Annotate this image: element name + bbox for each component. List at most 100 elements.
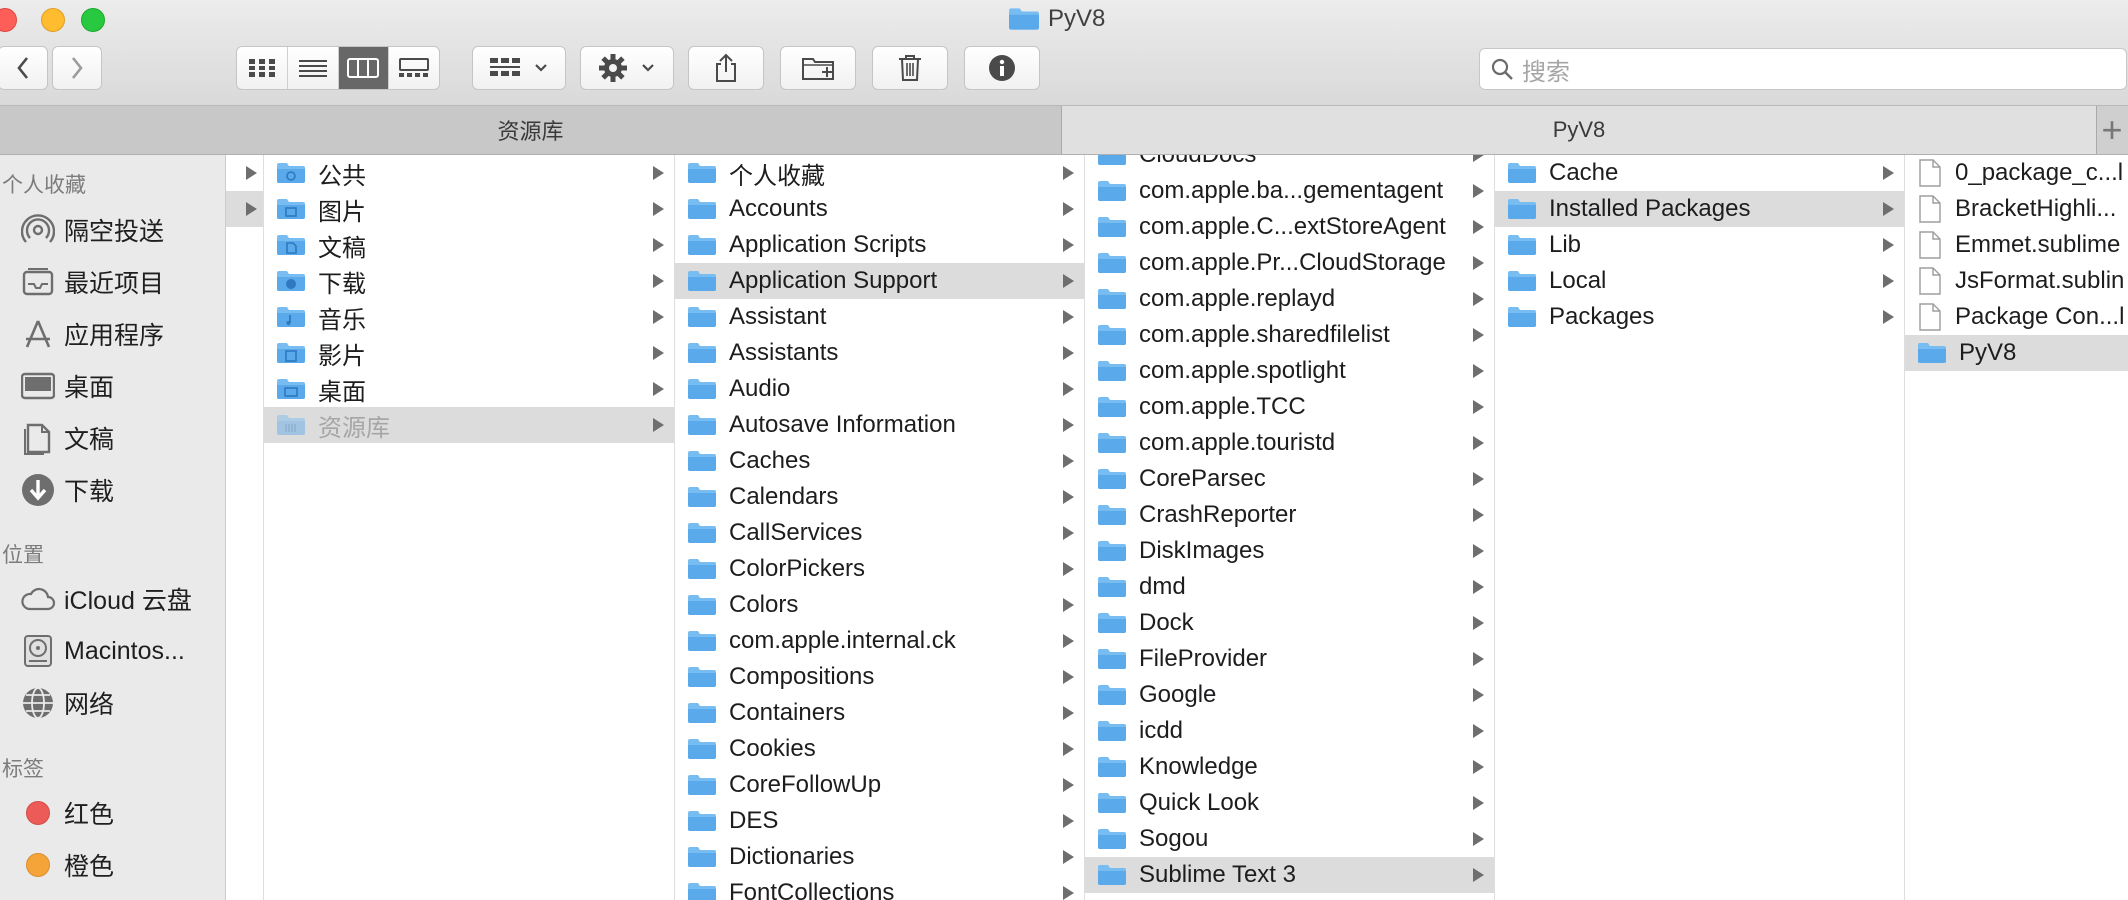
sidebar-item-network[interactable]: 网络 — [20, 683, 114, 723]
back-button[interactable] — [0, 46, 48, 90]
item-label: 公共 — [318, 162, 366, 190]
list-item[interactable]: Colors — [675, 587, 1084, 623]
list-item[interactable]: CrashReporter — [1085, 497, 1494, 533]
list-item[interactable]: Sogou — [1085, 821, 1494, 857]
list-item[interactable]: com.apple.spotlight — [1085, 353, 1494, 389]
new-tab-button[interactable]: + — [2096, 106, 2128, 154]
list-item[interactable]: com.apple.replayd — [1085, 281, 1494, 317]
documents-folder-icon — [277, 235, 305, 255]
list-item[interactable]: Installed Packages — [1495, 191, 1904, 227]
list-item[interactable]: Calendars — [675, 479, 1084, 515]
view-mode-control[interactable] — [236, 46, 440, 90]
column-view-button[interactable] — [338, 47, 390, 89]
list-item[interactable]: Compositions — [675, 659, 1084, 695]
list-item[interactable]: com.apple.sharedfilelist — [1085, 317, 1494, 353]
list-item[interactable]: 文稿 — [264, 227, 674, 263]
list-item[interactable]: com.apple.Pr...CloudStorage — [1085, 245, 1494, 281]
list-item[interactable]: ColorPickers — [675, 551, 1084, 587]
list-item[interactable]: com.apple.touristd — [1085, 425, 1494, 461]
list-item[interactable]: CloudDocs — [1085, 155, 1494, 173]
sidebar-item-recents[interactable]: 最近项目 — [20, 262, 164, 302]
item-label: Knowledge — [1139, 753, 1258, 780]
move-to-trash-button[interactable] — [872, 46, 948, 90]
gallery-view-button[interactable] — [389, 47, 439, 89]
list-item[interactable]: CallServices — [675, 515, 1084, 551]
list-item[interactable]: com.apple.internal.ck — [675, 623, 1084, 659]
zoom-window-button[interactable] — [81, 8, 105, 32]
sidebar-tag-orange[interactable]: 橙色 — [20, 845, 114, 885]
list-item[interactable]: 个人收藏 — [675, 155, 1084, 191]
list-item[interactable]: Quick Look — [1085, 785, 1494, 821]
sidebar-item-icloud[interactable]: iCloud 云盘 — [20, 579, 192, 619]
list-item[interactable]: Assistant — [675, 299, 1084, 335]
search-field[interactable]: 搜索 — [1479, 48, 2127, 90]
list-item[interactable]: Accounts — [675, 191, 1084, 227]
sidebar-tag-red[interactable]: 红色 — [20, 793, 114, 833]
list-item[interactable]: 音乐 — [264, 299, 674, 335]
sidebar-item-downloads[interactable]: 下载 — [20, 470, 114, 510]
list-item[interactable]: 0_package_c...l — [1905, 155, 2128, 191]
list-item[interactable]: 影片 — [264, 335, 674, 371]
list-item[interactable] — [226, 155, 263, 191]
list-item[interactable]: Audio — [675, 371, 1084, 407]
close-window-button[interactable] — [0, 8, 17, 32]
tab-library[interactable]: 资源库 — [0, 106, 1062, 154]
list-item[interactable]: Sublime Text 3 — [1085, 857, 1494, 893]
list-item[interactable]: 桌面 — [264, 371, 674, 407]
list-item[interactable]: Emmet.sublime — [1905, 227, 2128, 263]
list-item[interactable]: Application Scripts — [675, 227, 1084, 263]
list-item[interactable]: icdd — [1085, 713, 1494, 749]
sidebar-item-desktop[interactable]: 桌面 — [20, 366, 114, 406]
sidebar-item-airdrop[interactable]: 隔空投送 — [20, 210, 164, 250]
list-item[interactable]: com.apple.TCC — [1085, 389, 1494, 425]
item-label: 图片 — [318, 198, 366, 226]
list-item[interactable]: Caches — [675, 443, 1084, 479]
list-item[interactable]: Google — [1085, 677, 1494, 713]
list-item[interactable]: DiskImages — [1085, 533, 1494, 569]
list-item[interactable]: dmd — [1085, 569, 1494, 605]
list-item[interactable]: CoreParsec — [1085, 461, 1494, 497]
list-item[interactable]: 资源库 — [264, 407, 674, 443]
share-button[interactable] — [688, 46, 764, 90]
list-item[interactable]: Assistants — [675, 335, 1084, 371]
sidebar-item-documents[interactable]: 文稿 — [20, 418, 114, 458]
folder-icon — [1009, 8, 1039, 30]
list-item[interactable]: 图片 — [264, 191, 674, 227]
list-item[interactable]: Dictionaries — [675, 839, 1084, 875]
sidebar-item-applications[interactable]: 应用程序 — [20, 314, 164, 354]
list-item[interactable]: JsFormat.sublin — [1905, 263, 2128, 299]
list-item[interactable]: CoreFollowUp — [675, 767, 1084, 803]
forward-button[interactable] — [52, 46, 102, 90]
list-item[interactable]: 下载 — [264, 263, 674, 299]
new-folder-button[interactable] — [780, 46, 856, 90]
action-button[interactable] — [580, 46, 674, 90]
list-item[interactable]: Knowledge — [1085, 749, 1494, 785]
sidebar-item-macintosh-hd[interactable]: Macintos... — [20, 631, 185, 671]
list-view-button[interactable] — [288, 47, 339, 89]
get-info-button[interactable] — [964, 46, 1040, 90]
list-item[interactable]: Packages — [1495, 299, 1904, 335]
list-item[interactable]: Containers — [675, 695, 1084, 731]
list-item[interactable]: PyV8 — [1905, 335, 2128, 371]
list-item[interactable]: 公共 — [264, 155, 674, 191]
icon-view-button[interactable] — [237, 47, 288, 89]
list-item[interactable]: Autosave Information — [675, 407, 1084, 443]
list-item[interactable]: FileProvider — [1085, 641, 1494, 677]
list-item[interactable]: Package Con...l — [1905, 299, 2128, 335]
group-by-button[interactable] — [472, 46, 566, 90]
list-item[interactable]: FontCollections — [675, 875, 1084, 900]
list-item[interactable]: com.apple.ba...gementagent — [1085, 173, 1494, 209]
list-item[interactable]: Local — [1495, 263, 1904, 299]
list-item[interactable]: Dock — [1085, 605, 1494, 641]
folder-icon — [1098, 793, 1126, 813]
list-item[interactable]: DES — [675, 803, 1084, 839]
list-item[interactable]: com.apple.C...extStoreAgent — [1085, 209, 1494, 245]
list-item[interactable]: Cache — [1495, 155, 1904, 191]
list-item[interactable]: Application Support — [675, 263, 1084, 299]
list-item[interactable]: BracketHighli... — [1905, 191, 2128, 227]
list-item[interactable]: Cookies — [675, 731, 1084, 767]
list-item[interactable] — [226, 191, 263, 227]
tab-pyv8[interactable]: PyV8 — [1062, 106, 2097, 154]
minimize-window-button[interactable] — [41, 8, 65, 32]
list-item[interactable]: Lib — [1495, 227, 1904, 263]
